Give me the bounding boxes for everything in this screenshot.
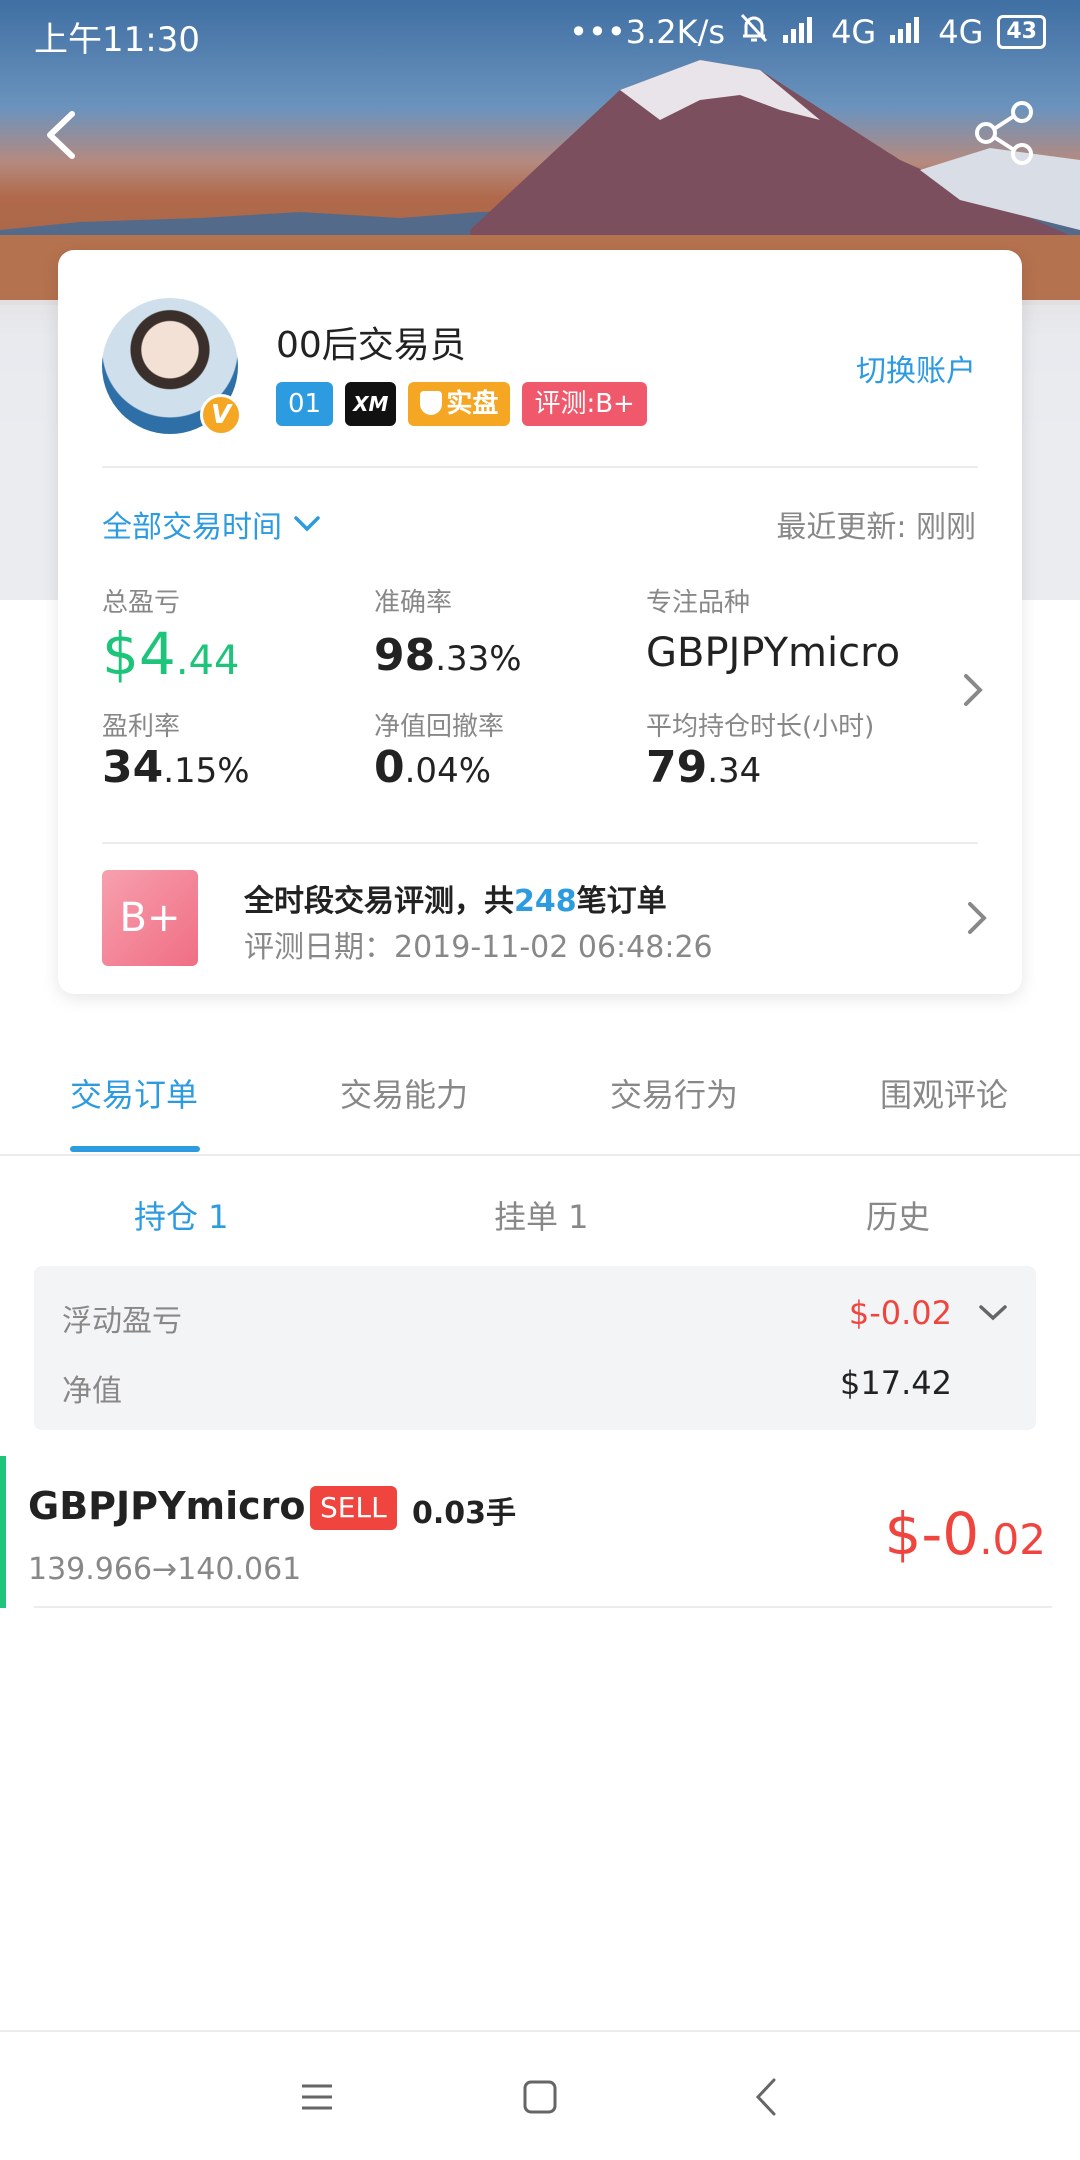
battery-icon: 43	[997, 15, 1046, 49]
status-time: 上午11:30	[34, 20, 200, 60]
position-pl: $-0.02	[884, 1500, 1046, 1568]
home-square-icon[interactable]	[515, 2072, 565, 2122]
accuracy-value: 98.33%	[374, 630, 522, 681]
divider	[34, 1606, 1052, 1608]
user-name: 00后交易员	[276, 325, 466, 366]
list-item[interactable]: GBPJPYmicro SELL 0.03手 139.966→140.061 $…	[0, 1456, 1080, 1608]
profit-rate-label: 盈利率	[102, 712, 181, 742]
profit-rate-int: 34	[102, 742, 164, 793]
subtab-history[interactable]: 历史	[866, 1192, 930, 1238]
signal-icon	[783, 13, 817, 51]
drawdown-int: 0	[374, 742, 405, 793]
back-triangle-icon[interactable]	[742, 2072, 792, 2122]
total-pl-dec: .44	[175, 638, 240, 684]
account-type-label: 实盘	[446, 389, 499, 419]
tab-orders[interactable]: 交易订单	[70, 1070, 198, 1116]
drawdown-label: 净值回撤率	[374, 712, 505, 742]
total-pl-label: 总盈亏	[102, 588, 181, 618]
position-lots: 0.03手	[412, 1496, 517, 1531]
profile-card: V 00后交易员 01 XM 实盘 评测:B+ 切换账户 全部交易时间 最近更新…	[58, 250, 1022, 994]
divider	[102, 466, 978, 468]
floating-pl-label: 浮动盈亏	[62, 1304, 182, 1339]
equity-value: $17.42	[840, 1364, 952, 1402]
share-button[interactable]	[970, 98, 1040, 168]
status-icons: •••3.2K/s 4G 4G 43	[569, 12, 1046, 52]
stats-detail-chevron-right-icon[interactable]	[958, 670, 988, 710]
total-pl-int: $4	[102, 620, 176, 688]
net-speed: •••3.2K/s	[569, 13, 726, 51]
evaluation-title-suffix: 笔订单	[576, 884, 667, 919]
shield-check-icon	[420, 391, 443, 415]
accuracy-dec: .33%	[435, 639, 522, 679]
menu-icon[interactable]	[292, 2072, 342, 2122]
tab-comments[interactable]: 围观评论	[880, 1070, 1008, 1116]
accuracy-int: 98	[374, 630, 436, 681]
floating-pl-value: $-0.02	[848, 1294, 952, 1332]
signal-icon	[890, 13, 924, 51]
broker-badge: XM	[345, 382, 397, 426]
divider	[102, 842, 978, 844]
avg-hold-value: 79.34	[646, 742, 761, 793]
avg-hold-dec: .34	[707, 751, 762, 791]
share-icon	[975, 101, 1033, 165]
evaluation-date: 评测日期：2019-11-02 06:48:26	[244, 930, 713, 965]
mute-bell-icon	[739, 12, 769, 52]
position-pl-dec: .02	[979, 1515, 1046, 1564]
tab-behavior[interactable]: 交易行为	[610, 1070, 738, 1116]
back-button[interactable]	[32, 100, 92, 170]
summary-box: 浮动盈亏 $-0.02 净值 $17.42	[34, 1266, 1036, 1430]
v-badge-icon: V	[200, 394, 242, 436]
evaluation-chevron-right-icon[interactable]	[962, 898, 992, 938]
avg-hold-label: 平均持仓时长(小时)	[646, 712, 875, 742]
badge-group: 01 XM 实盘 评测:B+	[276, 382, 647, 426]
last-update: 最近更新: 刚刚	[776, 510, 976, 545]
tab-ability[interactable]: 交易能力	[340, 1070, 468, 1116]
drawdown-dec: .04%	[404, 751, 492, 791]
divider	[0, 1154, 1080, 1156]
evaluation-title: 全时段交易评测，共248笔订单	[244, 876, 667, 920]
profit-rate-value: 34.15%	[102, 742, 250, 793]
focus-symbol-label: 专注品种	[646, 588, 751, 618]
main-tabs: 交易订单 交易能力 交易行为 围观评论	[0, 1060, 1080, 1156]
equity-label: 净值	[62, 1374, 122, 1409]
profit-rate-dec: .15%	[163, 751, 250, 791]
subtab-positions[interactable]: 持仓 1	[134, 1192, 229, 1238]
position-prices: 139.966→140.061	[28, 1552, 302, 1587]
focus-symbol-value: GBPJPYmicro	[646, 630, 901, 676]
evaluation-order-count: 248	[514, 884, 577, 919]
tab-indicator	[70, 1146, 200, 1152]
account-type-badge: 实盘	[408, 382, 511, 426]
system-nav-bar	[0, 2030, 1080, 2160]
total-pl-value: $4.44	[102, 620, 239, 688]
chevron-down-icon	[294, 516, 320, 532]
network-label-1: 4G	[831, 13, 877, 51]
network-label-2: 4G	[938, 13, 984, 51]
chevron-left-icon	[47, 111, 75, 159]
avg-hold-int: 79	[646, 742, 708, 793]
accuracy-label: 准确率	[374, 588, 453, 618]
position-pl-int: $-0	[884, 1500, 980, 1568]
position-side-badge: SELL	[310, 1486, 397, 1530]
time-range-dropdown[interactable]: 全部交易时间	[102, 502, 322, 546]
evaluation-title-prefix: 全时段交易评测，共	[244, 884, 514, 919]
status-bar: 上午11:30 •••3.2K/s 4G 4G 43	[0, 0, 1080, 70]
row-accent-bar	[0, 1456, 6, 1608]
drawdown-value: 0.04%	[374, 742, 491, 793]
rating-badge: 评测:B+	[522, 382, 647, 426]
chevron-down-icon[interactable]	[976, 1302, 1010, 1324]
rating-grade-box: B+	[102, 870, 198, 966]
level-badge: 01	[276, 382, 334, 426]
position-symbol: GBPJPYmicro	[28, 1484, 306, 1528]
switch-account-link[interactable]: 切换账户	[856, 346, 976, 390]
subtab-pending[interactable]: 挂单 1	[494, 1192, 589, 1238]
time-range-label: 全部交易时间	[102, 510, 282, 545]
